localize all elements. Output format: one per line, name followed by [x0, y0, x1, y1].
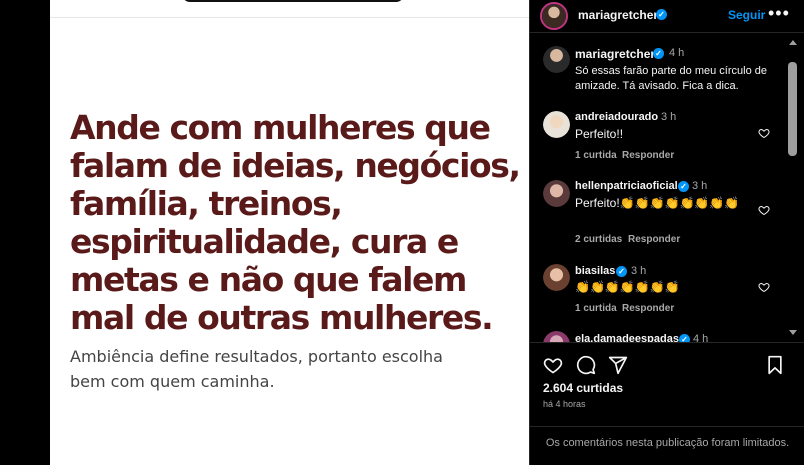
comment-likes[interactable]: 1 curtida [575, 303, 617, 314]
save-bookmark-icon[interactable] [766, 355, 784, 375]
scrollbar-thumb[interactable] [788, 62, 797, 156]
comment-avatar[interactable] [543, 331, 570, 342]
comment-avatar[interactable] [543, 264, 570, 291]
comment-text: 👏👏👏👏👏👏👏 [575, 280, 680, 294]
more-options-icon[interactable]: ••• [768, 3, 790, 24]
comments-list: mariagretchen ✓ 4 h Só essas farão parte… [530, 34, 804, 342]
follow-button[interactable]: Seguir [728, 8, 765, 22]
post-actions: 2.604 curtidas há 4 horas [530, 342, 804, 422]
comment-bubble-icon[interactable] [576, 355, 596, 375]
post-side-panel: mariagretchen ✓ Seguir ••• mariagretchen… [529, 0, 804, 465]
verified-badge-icon: ✓ [656, 9, 667, 20]
post-timestamp[interactable]: há 4 horas [543, 399, 586, 409]
comments-scrollbar[interactable] [788, 40, 798, 340]
image-top-element [182, 0, 404, 2]
comment-username[interactable]: biasilas [575, 265, 615, 277]
reply-button[interactable]: Responder [622, 150, 674, 161]
likes-count[interactable]: 2.604 curtidas [543, 381, 623, 395]
verified-badge-icon: ✓ [679, 334, 690, 342]
image-subtext: Ambiência define resultados, portanto es… [70, 347, 443, 391]
verified-badge-icon: ✓ [653, 48, 664, 59]
comment-time: 4 h [693, 333, 709, 342]
post-image[interactable]: Ande com mulheres que falam de ideias, n… [50, 0, 529, 465]
like-heart-icon[interactable] [543, 355, 563, 375]
comment-time: 3 h [661, 111, 677, 123]
like-comment-icon[interactable] [758, 127, 770, 139]
reply-button[interactable]: Responder [628, 234, 680, 245]
caption-time: 4 h [669, 47, 685, 59]
comment-likes[interactable]: 2 curtidas [575, 234, 622, 245]
scroll-down-arrow-icon[interactable] [789, 330, 797, 335]
image-quote: Ande com mulheres que falam de ideias, n… [70, 108, 521, 337]
post-image-panel: Ande com mulheres que falam de ideias, n… [0, 0, 529, 465]
comments-limited-notice: Os comentários nesta publicação foram li… [530, 426, 804, 450]
like-comment-icon[interactable] [758, 204, 770, 216]
verified-badge-icon: ✓ [616, 266, 627, 277]
like-comment-icon[interactable] [758, 281, 770, 293]
author-avatar[interactable] [540, 2, 568, 30]
caption-text: Só essas farão parte do meu círculo de a… [575, 65, 767, 92]
comment-avatar[interactable] [543, 111, 570, 138]
image-divider [50, 17, 529, 18]
comment-text: Perfeito!! [575, 127, 624, 141]
scroll-up-arrow-icon[interactable] [789, 40, 797, 45]
post-header: mariagretchen ✓ Seguir ••• [530, 0, 804, 33]
comment-avatar[interactable] [543, 180, 570, 207]
share-send-icon[interactable] [608, 355, 628, 375]
comment-time: 3 h [692, 180, 708, 192]
comment-text: Perfeito!👏👏👏👏👏👏👏👏 [575, 196, 740, 210]
comment-likes[interactable]: 1 curtida [575, 150, 617, 161]
comment-username[interactable]: ela.damadeespadas [575, 333, 679, 342]
verified-badge-icon: ✓ [678, 181, 689, 192]
comment-username[interactable]: andreiadourado [575, 111, 658, 123]
caption-avatar[interactable] [543, 46, 570, 73]
comment-time: 3 h [631, 265, 647, 277]
comment-username[interactable]: hellenpatriciaoficial [575, 180, 678, 192]
author-username[interactable]: mariagretchen [578, 8, 661, 22]
reply-button[interactable]: Responder [622, 303, 674, 314]
caption-username[interactable]: mariagretchen [575, 47, 658, 61]
